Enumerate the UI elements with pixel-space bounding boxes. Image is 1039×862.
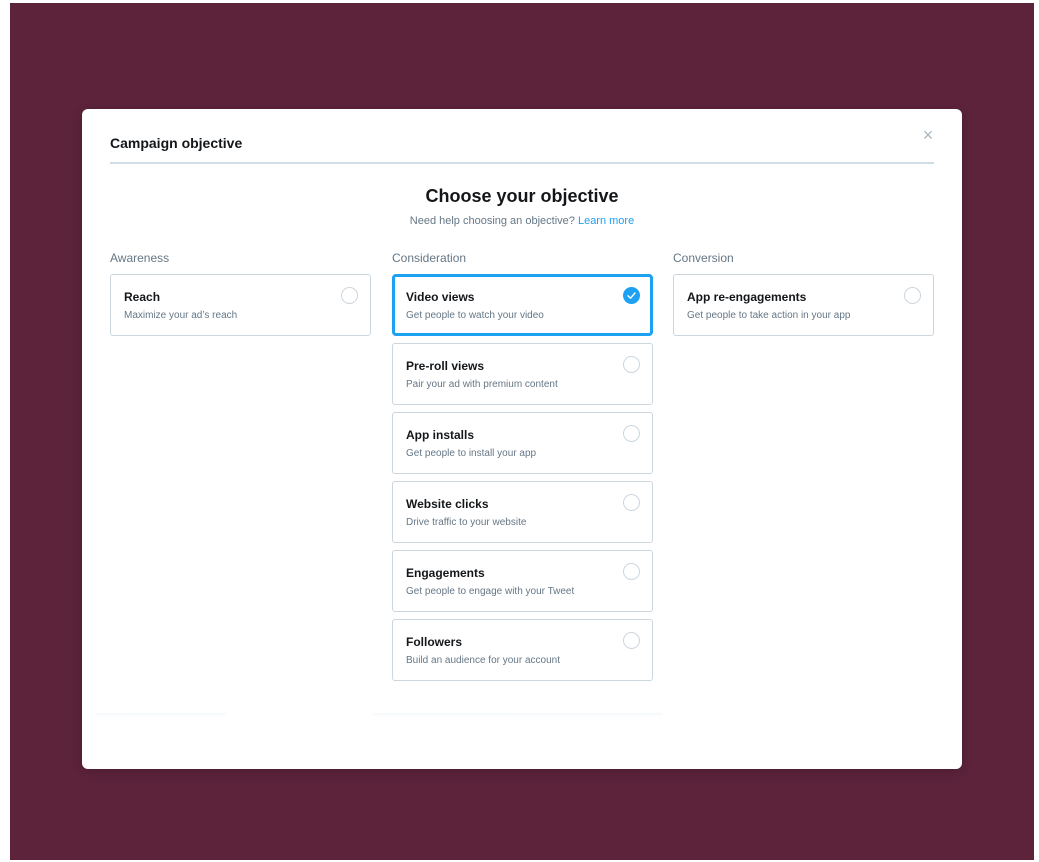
checkmark-glyph <box>627 292 636 299</box>
close-icon[interactable]: × <box>920 126 936 144</box>
learn-more-link[interactable]: Learn more <box>578 215 634 227</box>
column-consideration: Consideration Video views Get people to … <box>392 251 654 688</box>
objective-card-website-clicks[interactable]: Website clicks Drive traffic to your web… <box>392 481 653 543</box>
objective-title: Reach <box>124 290 161 304</box>
dialog-title: Campaign objective <box>110 135 243 151</box>
objective-card-pre-roll-views[interactable]: Pre-roll views Pair your ad with premium… <box>392 343 653 405</box>
objective-description: Get people to take action in your app <box>687 310 851 321</box>
objective-description: Pair your ad with premium content <box>406 379 558 390</box>
radio-empty-icon[interactable] <box>623 425 640 442</box>
objective-card-followers[interactable]: Followers Build an audience for your acc… <box>392 619 653 681</box>
page-headline: Choose your objective <box>425 186 619 206</box>
radio-empty-icon[interactable] <box>623 632 640 649</box>
objective-description: Build an audience for your account <box>406 655 560 666</box>
objective-title: Followers <box>406 635 463 649</box>
dialog-header: Campaign objective × <box>110 109 934 164</box>
divider <box>372 713 662 717</box>
checkmark-icon[interactable] <box>623 287 640 304</box>
objective-title: Engagements <box>406 566 485 580</box>
divider <box>96 713 226 717</box>
help-text: Need help choosing an objective? <box>409 215 575 227</box>
objective-title: Website clicks <box>406 497 489 511</box>
objective-title: Video views <box>406 290 475 304</box>
radio-empty-icon[interactable] <box>623 563 640 580</box>
help-text-line: Need help choosing an objective? Learn m… <box>82 215 962 227</box>
objective-description: Get people to install your app <box>406 448 537 459</box>
objective-card-reach[interactable]: Reach Maximize your ad’s reach <box>110 274 371 336</box>
objective-card-engagements[interactable]: Engagements Get people to engage with yo… <box>392 550 653 612</box>
campaign-objective-dialog: Campaign objective × Choose your objecti… <box>82 109 962 769</box>
column-conversion: Conversion App re-engagements Get people… <box>673 251 935 343</box>
objective-card-video-views[interactable]: Video views Get people to watch your vid… <box>392 274 653 336</box>
column-awareness: Awareness Reach Maximize your ad’s reach <box>110 251 372 343</box>
objective-title: Pre-roll views <box>406 359 485 373</box>
radio-empty-icon[interactable] <box>623 494 640 511</box>
objective-card-app-installs[interactable]: App installs Get people to install your … <box>392 412 653 474</box>
objective-description: Get people to engage with your Tweet <box>406 586 575 597</box>
objective-description: Get people to watch your video <box>406 310 544 321</box>
radio-empty-icon[interactable] <box>341 287 358 304</box>
column-label-awareness: Awareness <box>110 251 170 265</box>
objective-card-app-re-engagements[interactable]: App re-engagements Get people to take ac… <box>673 274 934 336</box>
radio-empty-icon[interactable] <box>623 356 640 373</box>
objective-title: App installs <box>406 428 475 442</box>
objective-description: Maximize your ad’s reach <box>124 310 238 321</box>
column-label-conversion: Conversion <box>673 251 734 265</box>
column-label-consideration: Consideration <box>392 251 467 265</box>
objective-description: Drive traffic to your website <box>406 517 527 528</box>
objective-title: App re-engagements <box>687 290 807 304</box>
radio-empty-icon[interactable] <box>904 287 921 304</box>
